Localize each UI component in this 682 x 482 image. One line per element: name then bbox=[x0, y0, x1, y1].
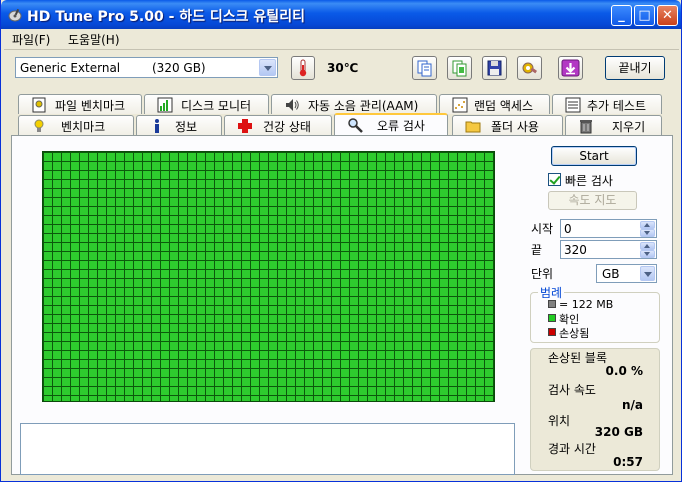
tab-aam[interactable]: 자동 소음 관리(AAM) bbox=[271, 94, 437, 114]
spin-down-icon[interactable] bbox=[640, 250, 655, 258]
spin-down-icon[interactable] bbox=[640, 229, 655, 237]
minimize-icon: _ bbox=[618, 8, 625, 23]
drive-name: Generic External bbox=[20, 61, 121, 75]
elapsed-label: 경과 시간 bbox=[548, 442, 596, 456]
title-bar[interactable]: HD Tune Pro 5.00 - 하드 디스크 유틸리티 _ □ ✕ bbox=[1, 0, 681, 29]
end-value: 320 bbox=[564, 243, 587, 257]
options-button[interactable] bbox=[517, 56, 542, 80]
drive-size: (320 GB) bbox=[152, 61, 206, 75]
tab-folder-usage[interactable]: 폴더 사용 bbox=[452, 115, 563, 135]
position-label: 위치 bbox=[548, 414, 571, 428]
tab-label: 파일 벤치마크 bbox=[55, 99, 126, 113]
tab-info[interactable]: 정보 bbox=[136, 115, 222, 135]
drive-select[interactable]: Generic External (320 GB) bbox=[15, 57, 278, 78]
tab-label: 랜덤 액세스 bbox=[474, 99, 534, 113]
benchmark-icon bbox=[34, 119, 44, 132]
legend-swatch-block bbox=[548, 300, 556, 308]
tab-label: 디스크 모니터 bbox=[181, 99, 252, 113]
tab-random-access[interactable]: 랜덤 액세스 bbox=[439, 94, 550, 114]
elapsed-value: 0:57 bbox=[613, 455, 643, 469]
random-access-icon bbox=[452, 97, 468, 113]
end-field-label: 끝 bbox=[531, 243, 543, 257]
copy-text-button[interactable] bbox=[412, 56, 437, 80]
tab-label: 추가 테스트 bbox=[587, 99, 647, 113]
damaged-blocks-value: 0.0 % bbox=[605, 364, 643, 378]
thermometer-icon bbox=[299, 59, 307, 77]
unit-value: GB bbox=[602, 267, 620, 281]
end-spinner[interactable]: 320 bbox=[560, 240, 657, 259]
quick-scan-checkbox[interactable] bbox=[548, 173, 561, 186]
menu-divider bbox=[4, 49, 679, 50]
disk-monitor-icon bbox=[157, 97, 173, 113]
file-benchmark-icon bbox=[32, 97, 46, 113]
temperature-value: 30℃ bbox=[327, 61, 359, 75]
close-button[interactable]: ✕ bbox=[657, 5, 678, 26]
spin-up-icon[interactable] bbox=[640, 242, 655, 250]
tab-benchmark[interactable]: 벤치마크 bbox=[18, 115, 134, 135]
close-icon: ✕ bbox=[662, 8, 673, 23]
menu-bar: 파일(F) 도움말(H) bbox=[4, 29, 680, 49]
tab-label: 벤치마크 bbox=[61, 120, 106, 134]
menu-help[interactable]: 도움말(H) bbox=[68, 31, 120, 48]
tab-error-scan[interactable]: 오류 검사 bbox=[334, 113, 448, 135]
damaged-blocks-label: 손상된 블록 bbox=[548, 351, 608, 365]
start-button[interactable]: Start bbox=[551, 146, 637, 166]
health-icon bbox=[238, 119, 252, 133]
tab-label: 정보 bbox=[175, 120, 198, 134]
tab-label: 폴더 사용 bbox=[491, 120, 539, 134]
minimize-button[interactable]: _ bbox=[611, 5, 632, 26]
legend-swatch-damaged bbox=[548, 328, 556, 336]
start-spinner[interactable]: 0 bbox=[560, 219, 657, 238]
copy-text-icon bbox=[417, 60, 432, 77]
tab-label: 지우기 bbox=[612, 120, 646, 134]
copy-image-button[interactable] bbox=[447, 56, 472, 80]
temperature-button[interactable] bbox=[291, 56, 315, 80]
unit-label: 단위 bbox=[531, 267, 554, 281]
tab-label: 오류 검사 bbox=[377, 119, 425, 133]
tab-disk-monitor[interactable]: 디스크 모니터 bbox=[144, 94, 269, 114]
extra-tests-icon bbox=[565, 97, 581, 113]
save-button[interactable] bbox=[482, 56, 507, 80]
folder-usage-icon bbox=[465, 121, 481, 133]
download-button[interactable] bbox=[558, 56, 583, 80]
error-scan-icon bbox=[348, 118, 363, 133]
info-icon bbox=[155, 119, 159, 133]
app-window: HD Tune Pro 5.00 - 하드 디스크 유틸리티 _ □ ✕ 파일(… bbox=[0, 0, 682, 482]
maximize-icon: □ bbox=[638, 8, 651, 23]
start-field-label: 시작 bbox=[531, 222, 554, 236]
tab-file-benchmark[interactable]: 파일 벤치마크 bbox=[18, 94, 142, 114]
chevron-down-icon[interactable] bbox=[259, 59, 276, 76]
tab-health[interactable]: 건강 상태 bbox=[224, 115, 332, 135]
start-value: 0 bbox=[564, 222, 572, 236]
tab-label: 건강 상태 bbox=[263, 120, 311, 134]
legend-block-size: = 122 MB bbox=[559, 298, 614, 311]
copy-image-icon bbox=[452, 60, 467, 77]
menu-file[interactable]: 파일(F) bbox=[12, 31, 50, 48]
exit-button[interactable]: 끝내기 bbox=[605, 56, 665, 80]
speed-map-button[interactable]: 속도 지도 bbox=[548, 191, 637, 210]
spin-up-icon[interactable] bbox=[640, 221, 655, 229]
scan-speed-label: 검사 속도 bbox=[548, 383, 596, 397]
app-disk-icon bbox=[8, 8, 22, 22]
position-value: 320 GB bbox=[594, 425, 643, 439]
tab-label: 자동 소음 관리(AAM) bbox=[308, 99, 419, 113]
chevron-down-icon[interactable] bbox=[640, 266, 655, 281]
maximize-button[interactable]: □ bbox=[634, 5, 655, 26]
legend-damaged-label: 손상됨 bbox=[559, 327, 590, 340]
speaker-icon bbox=[286, 99, 299, 111]
tab-erase[interactable]: 지우기 bbox=[565, 115, 662, 135]
tab-extra-tests[interactable]: 추가 테스트 bbox=[552, 94, 662, 114]
scan-speed-value: n/a bbox=[621, 398, 643, 412]
quick-scan-label[interactable]: 빠른 검사 bbox=[565, 172, 613, 189]
window-title: HD Tune Pro 5.00 - 하드 디스크 유틸리티 bbox=[27, 9, 305, 25]
unit-select[interactable]: GB bbox=[596, 264, 657, 283]
scan-log-area[interactable] bbox=[20, 423, 515, 475]
legend-swatch-ok bbox=[548, 314, 556, 322]
save-icon bbox=[487, 60, 502, 76]
download-icon bbox=[561, 59, 580, 77]
options-icon bbox=[522, 62, 538, 74]
erase-icon bbox=[580, 120, 592, 134]
scan-block-grid bbox=[42, 151, 495, 402]
